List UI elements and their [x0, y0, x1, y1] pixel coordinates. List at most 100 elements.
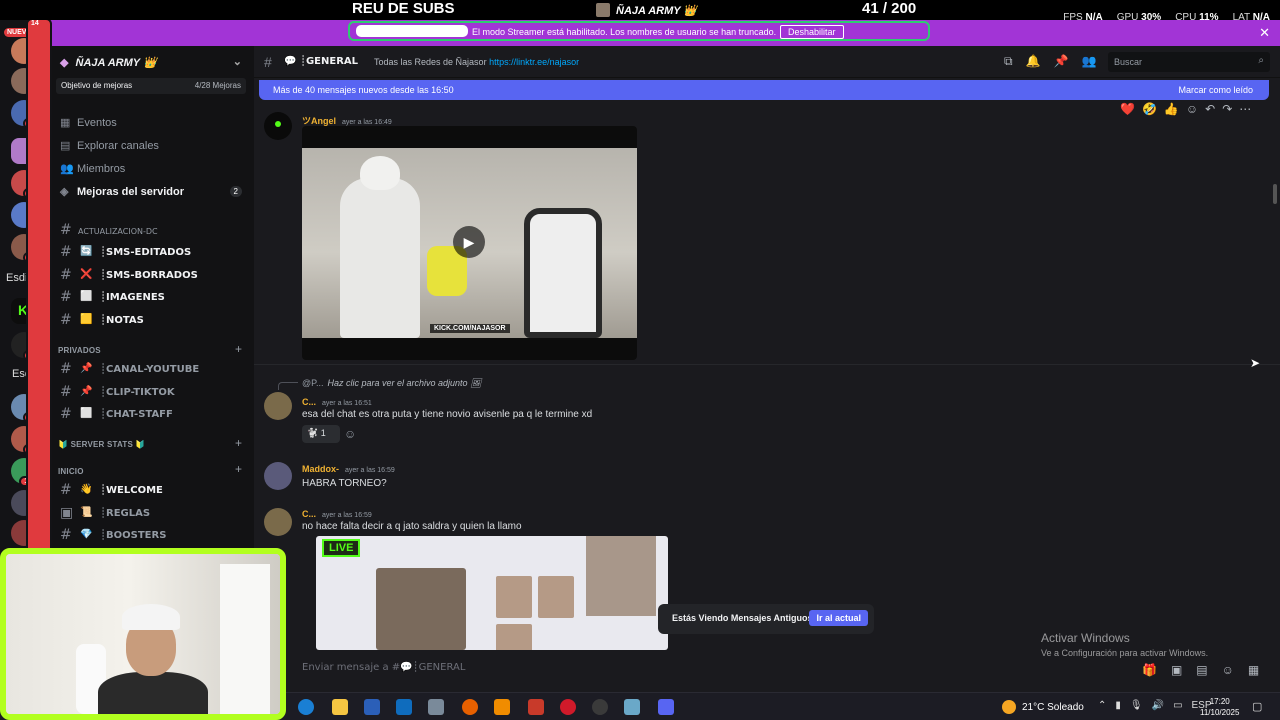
channel-sms-editados[interactable]: # 🔄 ┊SMS-EDITADOS [48, 243, 254, 263]
clock[interactable]: 17:20 11/10/2025 [1200, 696, 1239, 718]
nav-server-boosts[interactable]: ◈ Mejoras del servidor [60, 185, 184, 198]
category-actualizacion[interactable]: # ACTUALIZACION-DC [48, 221, 254, 241]
message-time: ayer a las 16:59 [345, 467, 395, 474]
channel-imagenes[interactable]: # ⬜ ┊IMAGENES [48, 288, 254, 308]
play-icon[interactable]: ▶ [453, 226, 485, 258]
guild-header[interactable]: ◆ ÑAJA ARMY 👑 ⌄ [48, 46, 254, 78]
pin-icon[interactable]: 📌 [1054, 54, 1069, 69]
video-watermark: KICK.COM/NAJASOR [430, 324, 510, 333]
outlook-icon[interactable] [396, 699, 412, 715]
disable-streamer-button[interactable]: Deshabilitar [780, 25, 844, 39]
app-icon[interactable] [428, 699, 444, 715]
image-attachment[interactable]: LIVE [316, 536, 668, 650]
jump-to-present-button[interactable]: Ir al actual [809, 610, 868, 626]
nav-members[interactable]: 👥 Miembros [60, 162, 125, 175]
fps-stat: FPS N/A [1063, 12, 1103, 23]
category-server-stats[interactable]: 🔰 SERVER STATS 🔰 [58, 440, 146, 449]
message-username[interactable]: C... ayer a las 16:51 [302, 397, 372, 407]
topic-link[interactable]: https://linktr.ee/najasor [489, 57, 579, 67]
opera-icon[interactable] [560, 699, 576, 715]
search-input[interactable]: Buscar ⌕ [1108, 52, 1270, 72]
scrollbar[interactable] [1273, 184, 1277, 204]
app-tray-icon[interactable]: ▮ [1115, 700, 1121, 711]
gift-icon[interactable]: 🎁 [1142, 663, 1157, 677]
channel-reglas[interactable]: ▣ 📜 ┊REGLAS [48, 504, 254, 524]
forward-icon[interactable]: ↷ [1222, 102, 1232, 116]
heart-reaction-icon[interactable]: ❤️ [1120, 102, 1135, 116]
apps-icon[interactable]: ▦ [1248, 663, 1259, 677]
close-icon[interactable]: ✕ [1259, 25, 1270, 41]
add-channel-icon[interactable]: + [235, 342, 242, 356]
sticker-icon[interactable]: ▤ [1196, 663, 1207, 677]
app-icon[interactable] [624, 699, 640, 715]
category-privados[interactable]: PRIVADOS [58, 346, 101, 355]
channel-notas[interactable]: # 🟨 ┊NOTAS [48, 311, 254, 331]
new-messages-bar[interactable]: Más de 40 mensajes nuevos desde las 16:5… [259, 80, 1269, 100]
reply-icon[interactable]: ↶ [1205, 102, 1215, 116]
boost-goal[interactable]: Objetivo de mejoras 4/28 Mejoras [56, 78, 246, 94]
store-icon[interactable] [364, 699, 380, 715]
thumbs-up-reaction-icon[interactable]: 👍 [1164, 102, 1179, 116]
nav-browse-channels[interactable]: ▤ Explorar canales [60, 139, 159, 152]
firefox-icon[interactable] [462, 699, 478, 715]
vlc-icon[interactable] [494, 699, 510, 715]
category-inicio[interactable]: INICIO [58, 467, 84, 476]
bell-icon[interactable]: 🔔 [1026, 54, 1041, 69]
add-reaction-icon[interactable]: ☺ [1186, 102, 1198, 116]
add-reaction-icon[interactable]: ☺ [344, 427, 356, 441]
live-badge: LIVE [322, 539, 361, 557]
file-explorer-icon[interactable] [332, 699, 348, 715]
message-input[interactable]: Enviar mensaje a #💬┊GENERAL [294, 654, 1270, 682]
edge-icon[interactable] [298, 699, 314, 715]
sun-icon [1002, 700, 1016, 714]
channel-clip-tiktok[interactable]: # 📌 ┊CLIP-TIKTOK [48, 383, 254, 403]
laugh-reaction-icon[interactable]: 🤣 [1142, 102, 1157, 116]
hash-icon: # [60, 384, 72, 400]
cpu-stat: CPU 11% [1175, 12, 1219, 23]
avatar[interactable] [264, 112, 292, 140]
channel-sms-borrados[interactable]: # ❌ ┊SMS-BORRADOS [48, 266, 254, 286]
chevron-down-icon[interactable]: ⌄ [233, 55, 242, 68]
guild-name: ÑAJA ARMY 👑 [75, 57, 157, 69]
weather-widget[interactable]: 21°C Soleado [1002, 700, 1084, 714]
channel-canal-youtube[interactable]: # 📌 ┊CANAL-YOUTUBE [48, 360, 254, 380]
more-icon[interactable]: ⋯ [1239, 102, 1251, 116]
threads-icon[interactable]: ⧉ [1004, 54, 1013, 69]
new-messages-text: Más de 40 mensajes nuevos desde las 16:5… [273, 85, 454, 95]
members-list-icon[interactable]: 👥 [1081, 54, 1096, 69]
reaction-pill[interactable]: 🐩 1 [302, 425, 340, 443]
chevron-up-icon[interactable]: ⌃ [1098, 700, 1106, 711]
avatar[interactable] [264, 508, 292, 536]
mouse-cursor-icon: ➤ [1250, 356, 1261, 370]
server-text-esdi[interactable]: Esdi [6, 272, 27, 284]
hash-icon: # [264, 54, 272, 70]
add-channel-icon[interactable]: + [235, 462, 242, 476]
add-channel-icon[interactable]: + [235, 436, 242, 450]
chat-main: # 💬 ┊GENERAL Todas las Redes de Ñajasor … [254, 46, 1280, 692]
discord-icon[interactable] [658, 699, 674, 715]
avatar[interactable] [264, 462, 292, 490]
network-icon[interactable]: ▭ [1173, 700, 1182, 711]
mark-read-button[interactable]: Marcar como leído [1178, 85, 1253, 95]
webcam-streamer-cap [122, 604, 180, 630]
emoji-icon[interactable]: ☺ [1222, 663, 1234, 677]
gif-icon[interactable]: ▣ [1171, 663, 1182, 677]
channel-chat-staff[interactable]: # ⬜ ┊CHAT-STAFF [48, 405, 254, 425]
streamer-mode-banner: El modo Streamer está habilitado. Los no… [48, 20, 1280, 46]
members-icon: 👥 [60, 163, 74, 175]
message-username[interactable]: Maddox-ayer a las 16:59 [302, 464, 395, 474]
mic-icon[interactable]: 🎙 [1130, 700, 1143, 711]
obs-icon[interactable] [592, 699, 608, 715]
notifications-icon[interactable]: ▢ [1252, 700, 1262, 713]
channel-boosters[interactable]: # 💎 ┊BOOSTERS [48, 526, 254, 546]
channel-welcome[interactable]: # 👋 ┊WELCOME [48, 481, 254, 501]
app-icon[interactable] [528, 699, 544, 715]
volume-icon[interactable]: 🔊 [1152, 700, 1164, 711]
message-username[interactable]: C... ayer a las 16:59 [302, 509, 372, 519]
boost-goal-progress: 4/28 Mejoras [194, 81, 241, 90]
video-attachment[interactable]: ▶ KICK.COM/NAJASOR [302, 126, 637, 360]
calendar-icon: ▦ [60, 117, 71, 129]
nav-events[interactable]: ▦ Eventos [60, 116, 117, 129]
avatar[interactable] [264, 392, 292, 420]
reply-preview[interactable]: @P... Haz clic para ver el archivo adjunt… [302, 378, 482, 389]
